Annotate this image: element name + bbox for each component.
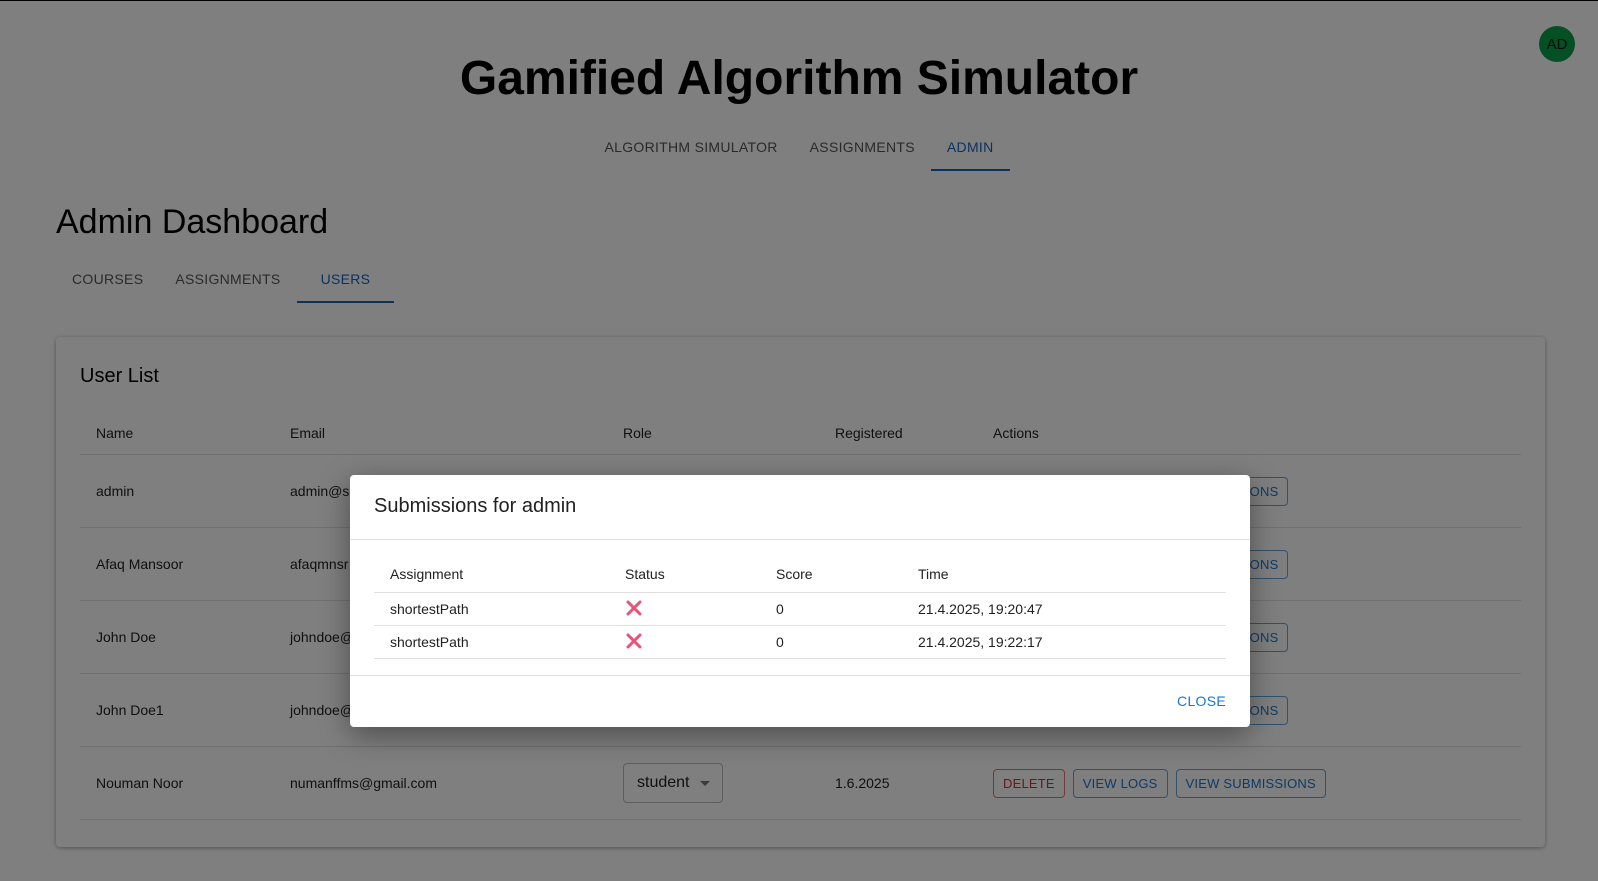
divider [350,539,1250,540]
submission-status [609,632,760,653]
submission-assignment: shortestPath [390,601,469,617]
submission-status [609,599,760,620]
x-icon [626,600,642,615]
submission-assignment: shortestPath [390,634,469,650]
page: AD Gamified Algorithm Simulator ALGORITH… [0,0,1598,881]
submission-score: 0 [776,634,784,650]
table-row: shortestPath 0 21.4.2025, 19:20:47 [374,593,1226,626]
submissions-table-header: Assignment Status Score Time [374,555,1226,593]
column-header-assignment: Assignment [390,565,464,582]
dialog-title: Submissions for admin [374,495,577,517]
column-header-time: Time [918,565,949,582]
submission-score: 0 [776,601,784,617]
table-row: shortestPath 0 21.4.2025, 19:22:17 [374,626,1226,659]
submission-time: 21.4.2025, 19:22:17 [918,634,1043,650]
submissions-table: Assignment Status Score Time shortestPat… [374,555,1226,659]
divider [350,675,1250,676]
submission-time: 21.4.2025, 19:20:47 [918,601,1043,617]
close-button[interactable]: CLOSE [1171,689,1232,713]
column-header-status: Status [625,565,665,582]
column-header-score: Score [776,565,813,582]
modal-backdrop[interactable] [0,1,1598,881]
submissions-dialog: Submissions for admin Assignment Status … [350,475,1250,727]
x-icon [626,633,642,648]
